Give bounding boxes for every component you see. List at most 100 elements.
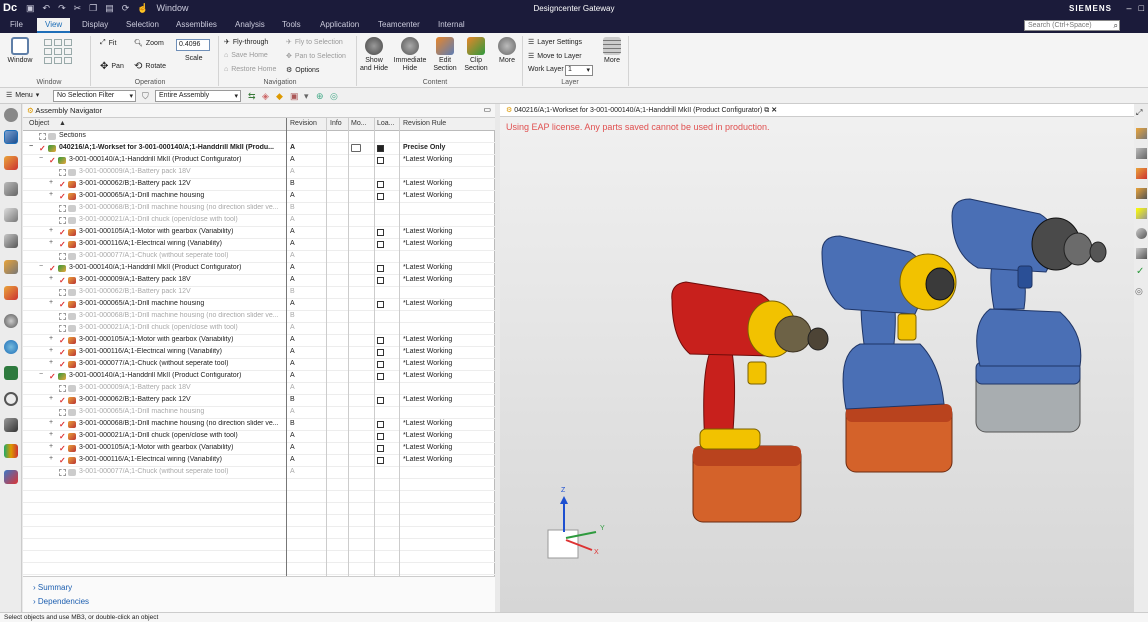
tab-application[interactable]: Application <box>320 20 359 29</box>
move-to-layer-button[interactable]: ☰ Move to Layer <box>528 52 582 61</box>
tab-analysis[interactable]: Analysis <box>235 20 265 29</box>
collapse-icon[interactable]: − <box>39 263 43 270</box>
assembly-scope-dropdown[interactable]: Entire Assembly ▾ <box>155 90 241 102</box>
rotate-button[interactable]: ⟲ Rotate <box>134 61 166 72</box>
table-row[interactable]: + ✓ 3-001-000077/A;1-Chuck (without sepera… <box>23 359 495 371</box>
expand-icon[interactable]: + <box>49 359 53 366</box>
visibility-check-icon[interactable]: ✓ <box>59 348 66 357</box>
table-row[interactable]: Sections <box>23 131 495 143</box>
drill-red[interactable] <box>671 281 829 523</box>
table-row[interactable]: 3-001-000021/A;1-Drill chuck (open/close… <box>23 323 495 335</box>
table-row[interactable]: − ✓ 040216/A;1-Workset for 3-001-000140/A;… <box>23 143 495 155</box>
unloaded-checkbox-icon[interactable] <box>59 289 66 296</box>
clip-section-button[interactable]: Clip Section <box>462 37 490 73</box>
pattern-icon[interactable]: ⊕ <box>316 91 324 102</box>
collapse-icon[interactable]: − <box>29 143 33 150</box>
fit-button[interactable]: ⤢ Fit <box>100 39 116 47</box>
immediate-hide-button[interactable]: Immediate Hide <box>393 37 427 73</box>
visibility-check-icon[interactable]: ✓ <box>49 264 56 273</box>
table-row[interactable]: + ✓ 3-001-000021/A;1-Drill chuck (open/clo… <box>23 431 495 443</box>
visibility-check-icon[interactable]: ✓ <box>59 420 66 429</box>
drill-blue-orange-battery[interactable] <box>821 235 957 473</box>
section-icon[interactable] <box>1136 248 1147 259</box>
table-row[interactable]: 3-001-000077/A;1-Chuck (without seperate… <box>23 251 495 263</box>
collapse-icon[interactable]: − <box>39 155 43 162</box>
web-browser-icon[interactable] <box>4 260 18 274</box>
fly-through-button[interactable]: ✈ Fly-through <box>224 38 268 47</box>
tab-tools[interactable]: Tools <box>282 20 301 29</box>
unloaded-checkbox-icon[interactable] <box>59 385 66 392</box>
visibility-check-icon[interactable]: ✓ <box>59 396 66 405</box>
component-icon[interactable]: ◆ <box>276 91 283 102</box>
edit-section-button[interactable]: Edit Section <box>430 37 460 73</box>
analysis-icon[interactable] <box>4 444 18 458</box>
tab-view[interactable]: View <box>37 18 71 33</box>
table-row[interactable]: + ✓ 3-001-000116/A;1-Electrical wiring (Va… <box>23 347 495 359</box>
visibility-check-icon[interactable]: ✓ <box>59 336 66 345</box>
expand-icon[interactable]: + <box>49 239 53 246</box>
zoom-scale-input[interactable]: 0.4096 <box>176 39 210 51</box>
table-row[interactable]: + ✓ 3-001-000068/B;1-Drill machine housing… <box>23 419 495 431</box>
table-row[interactable]: + ✓ 3-001-000116/A;1-Electrical wiring (Va… <box>23 239 495 251</box>
system-materials-icon[interactable] <box>4 314 18 328</box>
expand-icon[interactable]: + <box>49 179 53 186</box>
visibility-check-icon[interactable]: ✓ <box>49 372 56 381</box>
table-row[interactable]: 3-001-000021/A;1-Drill chuck (open/close… <box>23 215 495 227</box>
dependencies-panel[interactable]: › Dependencies <box>33 597 89 606</box>
options-button[interactable]: ⚙ Options <box>286 66 319 75</box>
table-row[interactable]: + ✓ 3-001-000062/B;1-Battery pack 12V B *Lat… <box>23 395 495 407</box>
more-layer-button[interactable]: More <box>600 37 624 65</box>
zoom-button[interactable]: 🔍︎ Zoom <box>134 39 164 48</box>
wireframe-icon[interactable] <box>1136 148 1147 159</box>
visibility-check-icon[interactable]: ✓ <box>59 180 66 189</box>
visibility-check-icon[interactable]: ✓ <box>59 276 66 285</box>
expand-icon[interactable]: + <box>49 275 53 282</box>
search-input[interactable]: Search (Ctrl+Space) <box>1024 20 1120 31</box>
table-row[interactable]: − ✓ 3-001-000140/A;1-Handdrill MkII (Produ… <box>23 371 495 383</box>
hd3d-tools-icon[interactable] <box>4 234 18 248</box>
save-home-button[interactable]: ⌂ Save Home <box>224 52 268 59</box>
part-navigator-icon[interactable] <box>4 182 18 196</box>
visibility-check-icon[interactable]: ✓ <box>59 300 66 309</box>
unloaded-checkbox-icon[interactable] <box>59 253 66 260</box>
expand-icon[interactable]: + <box>49 347 53 354</box>
snap-icon[interactable]: ⇆ <box>248 91 256 102</box>
orient-icon[interactable] <box>1136 228 1147 239</box>
expand-icon[interactable]: + <box>49 395 53 402</box>
unloaded-checkbox-icon[interactable] <box>59 217 66 224</box>
view-triad[interactable] <box>547 496 597 559</box>
history-icon[interactable] <box>4 286 18 300</box>
table-row[interactable]: − ✓ 3-001-000140/A;1-Handdrill MkII (Produ… <box>23 155 495 167</box>
teamcenter-icon[interactable] <box>4 366 18 380</box>
sort-ascending-icon[interactable]: ▲ <box>59 120 66 127</box>
check-icon[interactable]: ✓ <box>1136 266 1144 277</box>
unloaded-checkbox-icon[interactable] <box>59 469 66 476</box>
graphics-window[interactable]: ⚙ 040216/A;1-Workset for 3-001-000140/A;… <box>500 104 1134 612</box>
table-row[interactable]: + ✓ 3-001-000105/A;1-Motor with gearbox (V… <box>23 443 495 455</box>
minimize-icon[interactable]: – <box>1127 3 1132 13</box>
col-load[interactable]: Loa... <box>377 120 395 127</box>
filter-icon[interactable]: ⛉ <box>142 91 149 102</box>
tab-display[interactable]: Display <box>82 20 108 29</box>
expand-icon[interactable]: + <box>49 335 53 342</box>
table-row[interactable]: 3-001-000009/A;1-Battery pack 18V A <box>23 383 495 395</box>
col-revision-rule[interactable]: Revision Rule <box>403 120 446 127</box>
window-button[interactable]: Window <box>6 37 34 65</box>
col-revision[interactable]: Revision <box>290 120 317 127</box>
fly-to-selection-button[interactable]: ✈ Fly to Selection <box>286 38 343 47</box>
expand-icon[interactable]: + <box>49 299 53 306</box>
tab-assemblies[interactable]: Assemblies <box>176 20 217 29</box>
reuse-library-icon[interactable] <box>4 208 18 222</box>
shaded-icon[interactable] <box>1136 128 1147 139</box>
col-object[interactable]: Object <box>29 120 49 127</box>
restore-home-button[interactable]: ⌂ Restore Home <box>224 66 276 73</box>
layout-grid-icon[interactable] <box>44 39 72 64</box>
tab-internal[interactable]: Internal <box>438 20 465 29</box>
hide-icon[interactable]: ◎ <box>1135 286 1143 297</box>
unloaded-checkbox-icon[interactable] <box>59 409 66 416</box>
visibility-check-icon[interactable]: ✓ <box>59 456 66 465</box>
visibility-check-icon[interactable]: ✓ <box>59 360 66 369</box>
table-row[interactable]: 3-001-000068/B;1-Drill machine housing (… <box>23 203 495 215</box>
selection-filter-dropdown[interactable]: No Selection Filter ▾ <box>53 90 136 102</box>
table-row[interactable]: + ✓ 3-001-000065/A;1-Drill machine housing… <box>23 299 495 311</box>
